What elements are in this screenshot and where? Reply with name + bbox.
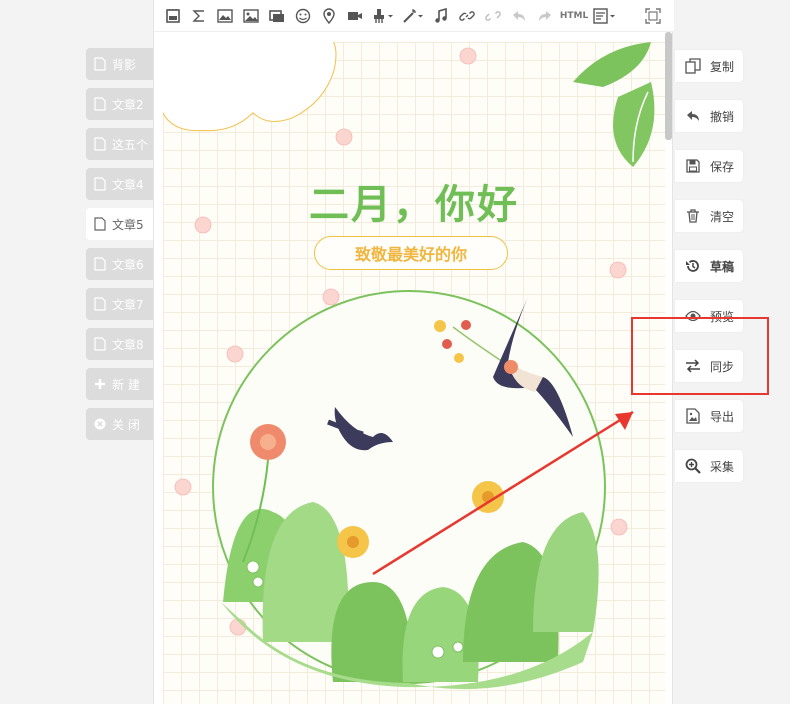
clear-button[interactable]: 清空	[675, 200, 743, 232]
highlight-box	[631, 317, 769, 395]
image-gallery-icon[interactable]	[238, 4, 264, 28]
action-buttons: 复制 撤销 保存 清空 草稿 预览 同步 导出 采集	[675, 50, 743, 500]
article-tab-1[interactable]: 背影	[86, 48, 154, 80]
plus-icon	[94, 377, 106, 391]
location-icon[interactable]	[316, 4, 342, 28]
slides-icon[interactable]	[264, 4, 290, 28]
editor-panel: HTML 二月，你好 致敬最美好的你	[153, 0, 674, 704]
draft-button[interactable]: 草稿	[675, 250, 743, 282]
editor-scrollbar[interactable]	[665, 32, 672, 140]
unlink-icon[interactable]	[480, 4, 506, 28]
wechat-icon[interactable]	[160, 4, 186, 28]
document-icon	[94, 137, 106, 151]
export-button[interactable]: 导出	[675, 400, 743, 432]
close-article-label: 关 闭	[112, 417, 140, 432]
image-icon[interactable]	[212, 4, 238, 28]
template-icon[interactable]	[590, 4, 620, 28]
document-icon	[94, 337, 106, 351]
new-article-label: 新 建	[112, 377, 140, 392]
video-icon[interactable]	[342, 4, 368, 28]
save-button[interactable]: 保存	[675, 150, 743, 182]
save-label: 保存	[710, 159, 735, 174]
article-tab-6[interactable]: 文章6	[86, 248, 154, 280]
music-icon[interactable]	[428, 4, 454, 28]
document-icon	[94, 217, 106, 231]
article-tab-label: 文章2	[112, 97, 144, 112]
article-tabs: 背影 文章2 这五个 文章4 文章5 文章6 文章7 文章8 新 建 关 闭	[86, 48, 154, 448]
zoom-search-icon	[685, 458, 701, 474]
collect-label: 采集	[710, 459, 735, 474]
clear-label: 清空	[710, 209, 735, 224]
close-article-button[interactable]: 关 闭	[86, 408, 154, 440]
fullscreen-icon[interactable]	[640, 4, 666, 28]
format-brush-icon[interactable]	[368, 4, 398, 28]
poster-headline: 二月，你好	[309, 182, 519, 228]
link-icon[interactable]	[454, 4, 480, 28]
copy-icon	[685, 58, 701, 74]
poster-subtitle: 致敬最美好的你	[314, 236, 508, 270]
copy-button[interactable]: 复制	[675, 50, 743, 82]
article-tab-label: 背影	[112, 57, 137, 72]
undo-label: 撤销	[710, 109, 735, 124]
history-icon	[685, 258, 701, 274]
article-tab-4[interactable]: 文章4	[86, 168, 154, 200]
article-tab-label: 文章7	[112, 297, 144, 312]
trash-icon	[685, 208, 701, 224]
article-tab-8[interactable]: 文章8	[86, 328, 154, 360]
article-tab-2[interactable]: 文章2	[86, 88, 154, 120]
undo-button[interactable]: 撤销	[675, 100, 743, 132]
undo-icon	[685, 108, 701, 124]
article-tab-5[interactable]: 文章5	[86, 208, 154, 240]
article-tab-label: 文章6	[112, 257, 144, 272]
editor-toolbar: HTML	[154, 0, 674, 32]
new-article-button[interactable]: 新 建	[86, 368, 154, 400]
redo-icon[interactable]	[532, 4, 558, 28]
draft-label: 草稿	[710, 259, 735, 274]
document-icon	[94, 57, 106, 71]
save-icon	[685, 158, 701, 174]
sigma-icon[interactable]	[186, 4, 212, 28]
poster-canvas[interactable]: 二月，你好 致敬最美好的你	[163, 42, 665, 704]
emoji-icon[interactable]	[290, 4, 316, 28]
undo-icon[interactable]	[506, 4, 532, 28]
poster-illustration	[163, 42, 655, 690]
article-tab-label: 文章4	[112, 177, 144, 192]
article-tab-3[interactable]: 这五个	[86, 128, 154, 160]
html-icon[interactable]: HTML	[558, 4, 590, 28]
document-icon	[94, 97, 106, 111]
copy-label: 复制	[710, 59, 735, 74]
export-image-icon	[685, 408, 701, 424]
close-icon	[94, 417, 106, 431]
export-label: 导出	[710, 409, 735, 424]
article-tab-label: 文章5	[112, 217, 144, 232]
magic-wand-icon[interactable]	[398, 4, 428, 28]
article-tab-label: 文章8	[112, 337, 144, 352]
document-icon	[94, 297, 106, 311]
document-icon	[94, 177, 106, 191]
article-tab-7[interactable]: 文章7	[86, 288, 154, 320]
article-tab-label: 这五个	[112, 137, 149, 152]
document-icon	[94, 257, 106, 271]
collect-button[interactable]: 采集	[675, 450, 743, 482]
